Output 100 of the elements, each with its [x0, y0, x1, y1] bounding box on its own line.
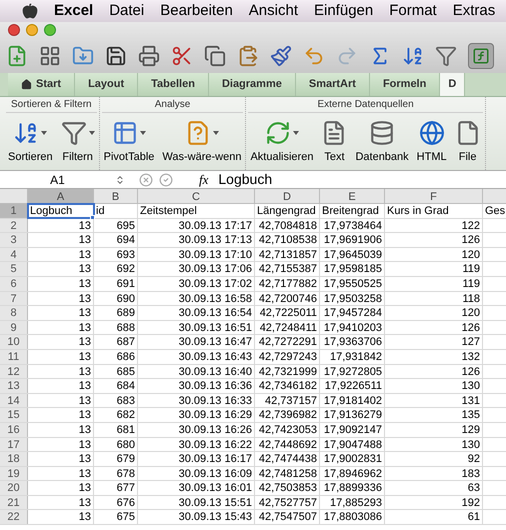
ribbon-tab[interactable]: D: [440, 73, 466, 96]
cut-icon[interactable]: [171, 44, 193, 66]
formula-input[interactable]: Logbuch: [218, 169, 506, 190]
table-cell: 13: [28, 438, 94, 452]
column-header[interactable]: C: [138, 189, 255, 203]
menu-item[interactable]: Datei: [109, 0, 144, 22]
folder-icon[interactable]: [72, 44, 94, 66]
function-label[interactable]: fx: [199, 170, 208, 190]
ribbon-tab[interactable]: SmartArt: [296, 73, 370, 96]
row-header[interactable]: 19: [0, 466, 28, 480]
table-cell: 30.09.13 17:10: [138, 248, 255, 262]
ribbon-button[interactable]: Datenbank: [353, 117, 411, 166]
row-header[interactable]: 15: [0, 408, 28, 422]
ribbon-tab[interactable]: Start: [8, 73, 76, 96]
ribbon-button[interactable]: Filtern: [58, 117, 97, 166]
table-cell: 135: [385, 408, 483, 422]
table-cell: 13: [28, 510, 94, 524]
row-header[interactable]: 22: [0, 510, 28, 524]
ribbon-tab[interactable]: Tabellen: [138, 73, 209, 96]
table-cell: 13: [28, 481, 94, 495]
table-cell: 30.09.13 17:02: [138, 276, 255, 291]
row-header[interactable]: 4: [0, 248, 28, 262]
undo-icon[interactable]: [303, 44, 325, 66]
apple-icon[interactable]: [22, 3, 38, 19]
dropdown-caret-icon: [88, 131, 95, 135]
row-header[interactable]: 8: [0, 306, 28, 320]
row-header[interactable]: 20: [0, 481, 28, 495]
table-cell: 17,9503258: [320, 292, 385, 306]
row-header[interactable]: 14: [0, 394, 28, 408]
cancel-icon[interactable]: [139, 172, 153, 186]
table-cell: 678: [94, 466, 138, 480]
close-button[interactable]: [8, 24, 20, 36]
row-header[interactable]: 11: [0, 350, 28, 364]
column-header[interactable]: E: [320, 189, 385, 203]
row-header[interactable]: 2: [0, 218, 28, 232]
name-box[interactable]: A1: [0, 170, 115, 188]
row-header[interactable]: 16: [0, 422, 28, 436]
ribbon-tab[interactable]: Diagramme: [208, 73, 296, 96]
row-header[interactable]: 17: [0, 438, 28, 452]
ribbon-tab[interactable]: Layout: [75, 73, 138, 96]
confirm-icon[interactable]: [159, 172, 173, 186]
row-header[interactable]: 5: [0, 262, 28, 276]
ribbon-button[interactable]: File: [452, 117, 483, 166]
table-cell: 684: [94, 379, 138, 393]
table-cell: 30.09.13 16:29: [138, 408, 255, 422]
row-header[interactable]: 1: [0, 204, 28, 218]
gallery-icon[interactable]: [39, 44, 61, 66]
table-cell: 17,9136279: [320, 408, 385, 422]
menu-item[interactable]: Bearbeiten: [160, 0, 233, 22]
table-cell: 30.09.13 15:43: [138, 510, 255, 524]
row-header[interactable]: 13: [0, 379, 28, 393]
menu-item[interactable]: Einfügen: [314, 0, 374, 22]
row-header[interactable]: 6: [0, 276, 28, 291]
row-header[interactable]: 18: [0, 452, 28, 466]
column-header[interactable]: A: [28, 189, 94, 203]
fill-handle[interactable]: [90, 214, 95, 220]
table-cell: 13: [28, 466, 94, 480]
column-header[interactable]: F: [385, 189, 483, 203]
table-cell: 42,7155387: [255, 262, 320, 276]
save-icon[interactable]: [105, 44, 127, 66]
menu-item[interactable]: Ansicht: [248, 0, 298, 22]
filter-icon[interactable]: [435, 44, 457, 66]
menu-item[interactable]: Format: [389, 0, 437, 22]
paste-icon[interactable]: [237, 44, 259, 66]
ribbon-button[interactable]: PivotTable: [102, 117, 156, 166]
brush-icon[interactable]: [270, 44, 292, 66]
row-header[interactable]: 3: [0, 233, 28, 247]
column-header[interactable]: B: [94, 189, 138, 203]
print-icon[interactable]: [138, 44, 160, 66]
table-cell: Breitengrad: [320, 204, 385, 218]
formula-builder-button[interactable]: [468, 42, 494, 68]
table-cell: 120: [385, 306, 483, 320]
table-cell: 17,9226511: [320, 379, 385, 393]
ribbon-button[interactable]: Sortieren: [6, 117, 55, 166]
table-cell: 42,7272291: [255, 335, 320, 349]
minimize-button[interactable]: [26, 24, 38, 36]
table-cell: Logbuch: [28, 204, 94, 218]
copy-icon[interactable]: [204, 44, 226, 66]
new-document-icon[interactable]: [6, 44, 28, 66]
ribbon-button[interactable]: Was-wäre-wenn: [160, 117, 244, 166]
row-header[interactable]: 21: [0, 496, 28, 510]
ribbon-button[interactable]: Text: [319, 117, 350, 166]
table-cell: 42,7321999: [255, 364, 320, 378]
table-cell: 675: [94, 510, 138, 524]
zoom-button[interactable]: [44, 24, 56, 36]
table-cell: 13: [28, 292, 94, 306]
ribbon-button[interactable]: HTML: [414, 117, 449, 166]
table-cell: 13: [28, 335, 94, 349]
ribbon-tab[interactable]: Formeln: [370, 73, 440, 96]
row-header[interactable]: 10: [0, 335, 28, 349]
stepper-icon[interactable]: [115, 174, 125, 186]
menu-item[interactable]: Extras: [452, 0, 496, 22]
row-header[interactable]: 9: [0, 320, 28, 334]
column-header[interactable]: D: [255, 189, 320, 203]
ribbon-button[interactable]: Aktualisieren: [248, 117, 316, 166]
row-header[interactable]: 12: [0, 364, 28, 378]
row-header[interactable]: 7: [0, 292, 28, 306]
table-cell: 42,737157: [255, 394, 320, 408]
menu-item[interactable]: Excel: [54, 0, 94, 22]
table-cell: 92: [385, 452, 483, 466]
